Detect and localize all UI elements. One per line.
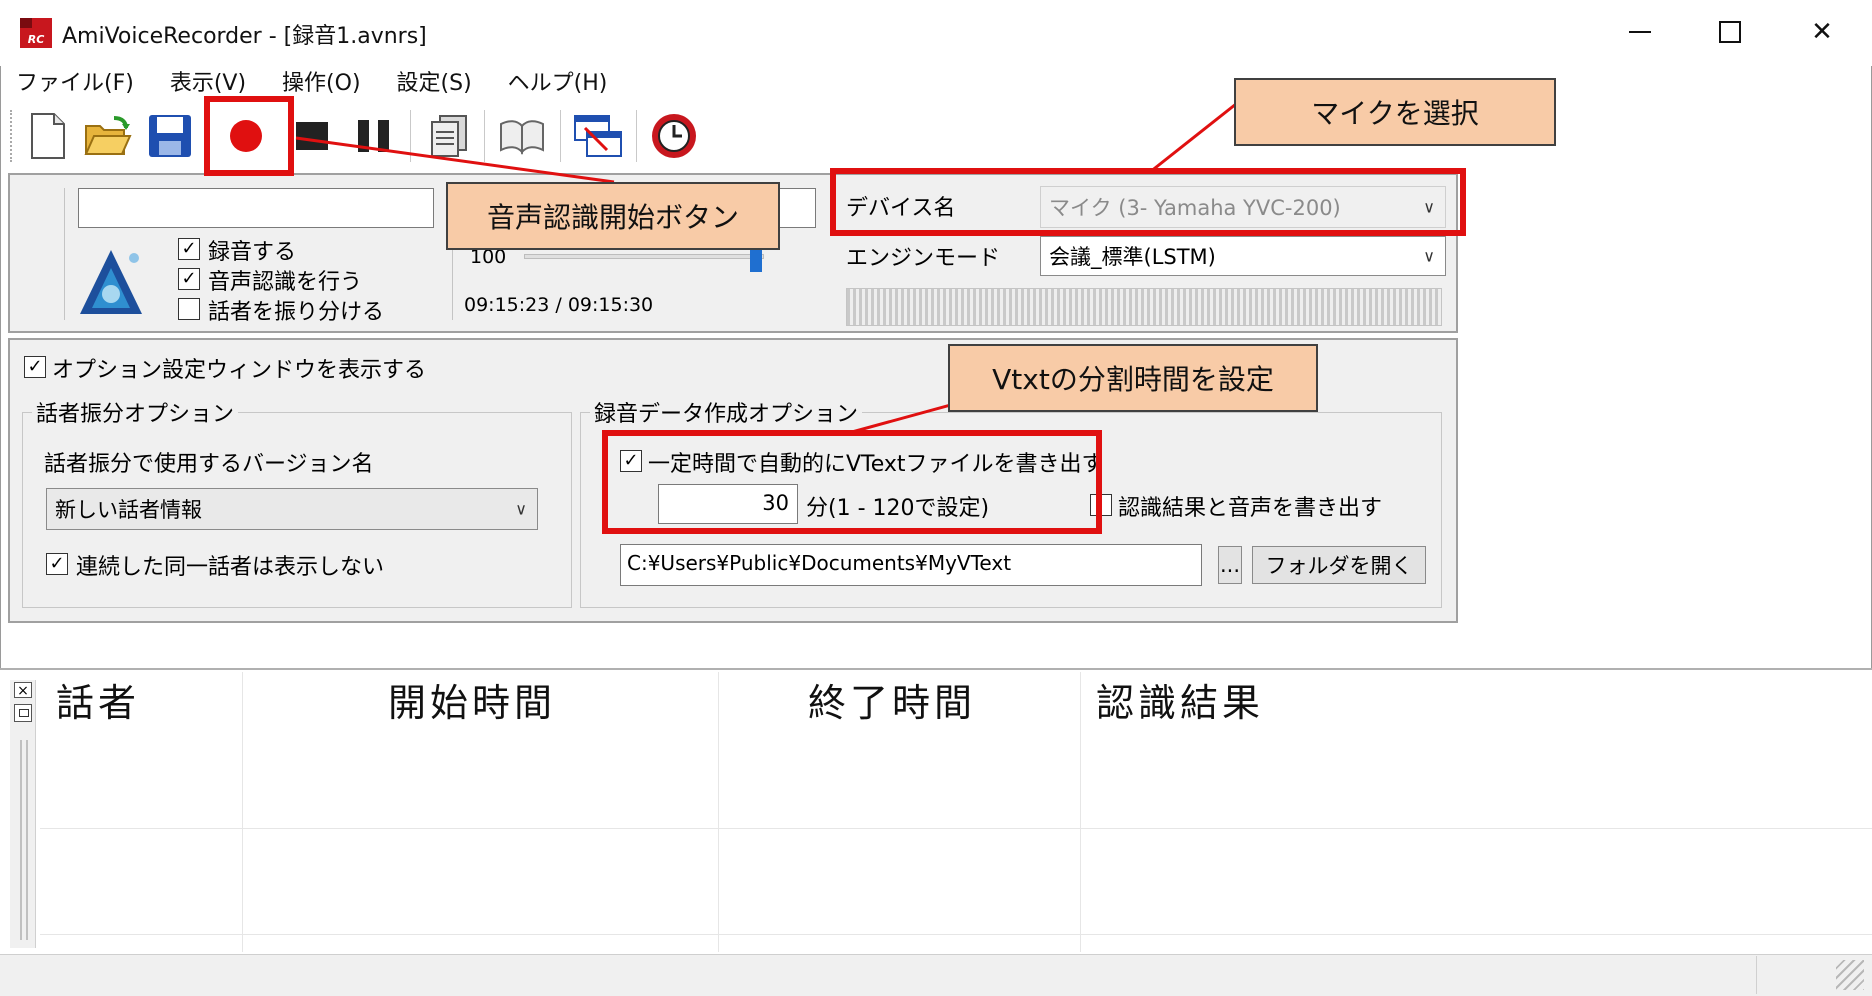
- mic-select-callout: マイクを選択: [1234, 78, 1556, 146]
- interval-highlight: [602, 430, 1102, 534]
- device-highlight: [830, 168, 1466, 236]
- vtxt-split-callout: Vtxtの分割時間を設定: [948, 344, 1318, 412]
- start-button-highlight: [204, 96, 294, 176]
- start-button-callout: 音声認識開始ボタン: [446, 182, 780, 250]
